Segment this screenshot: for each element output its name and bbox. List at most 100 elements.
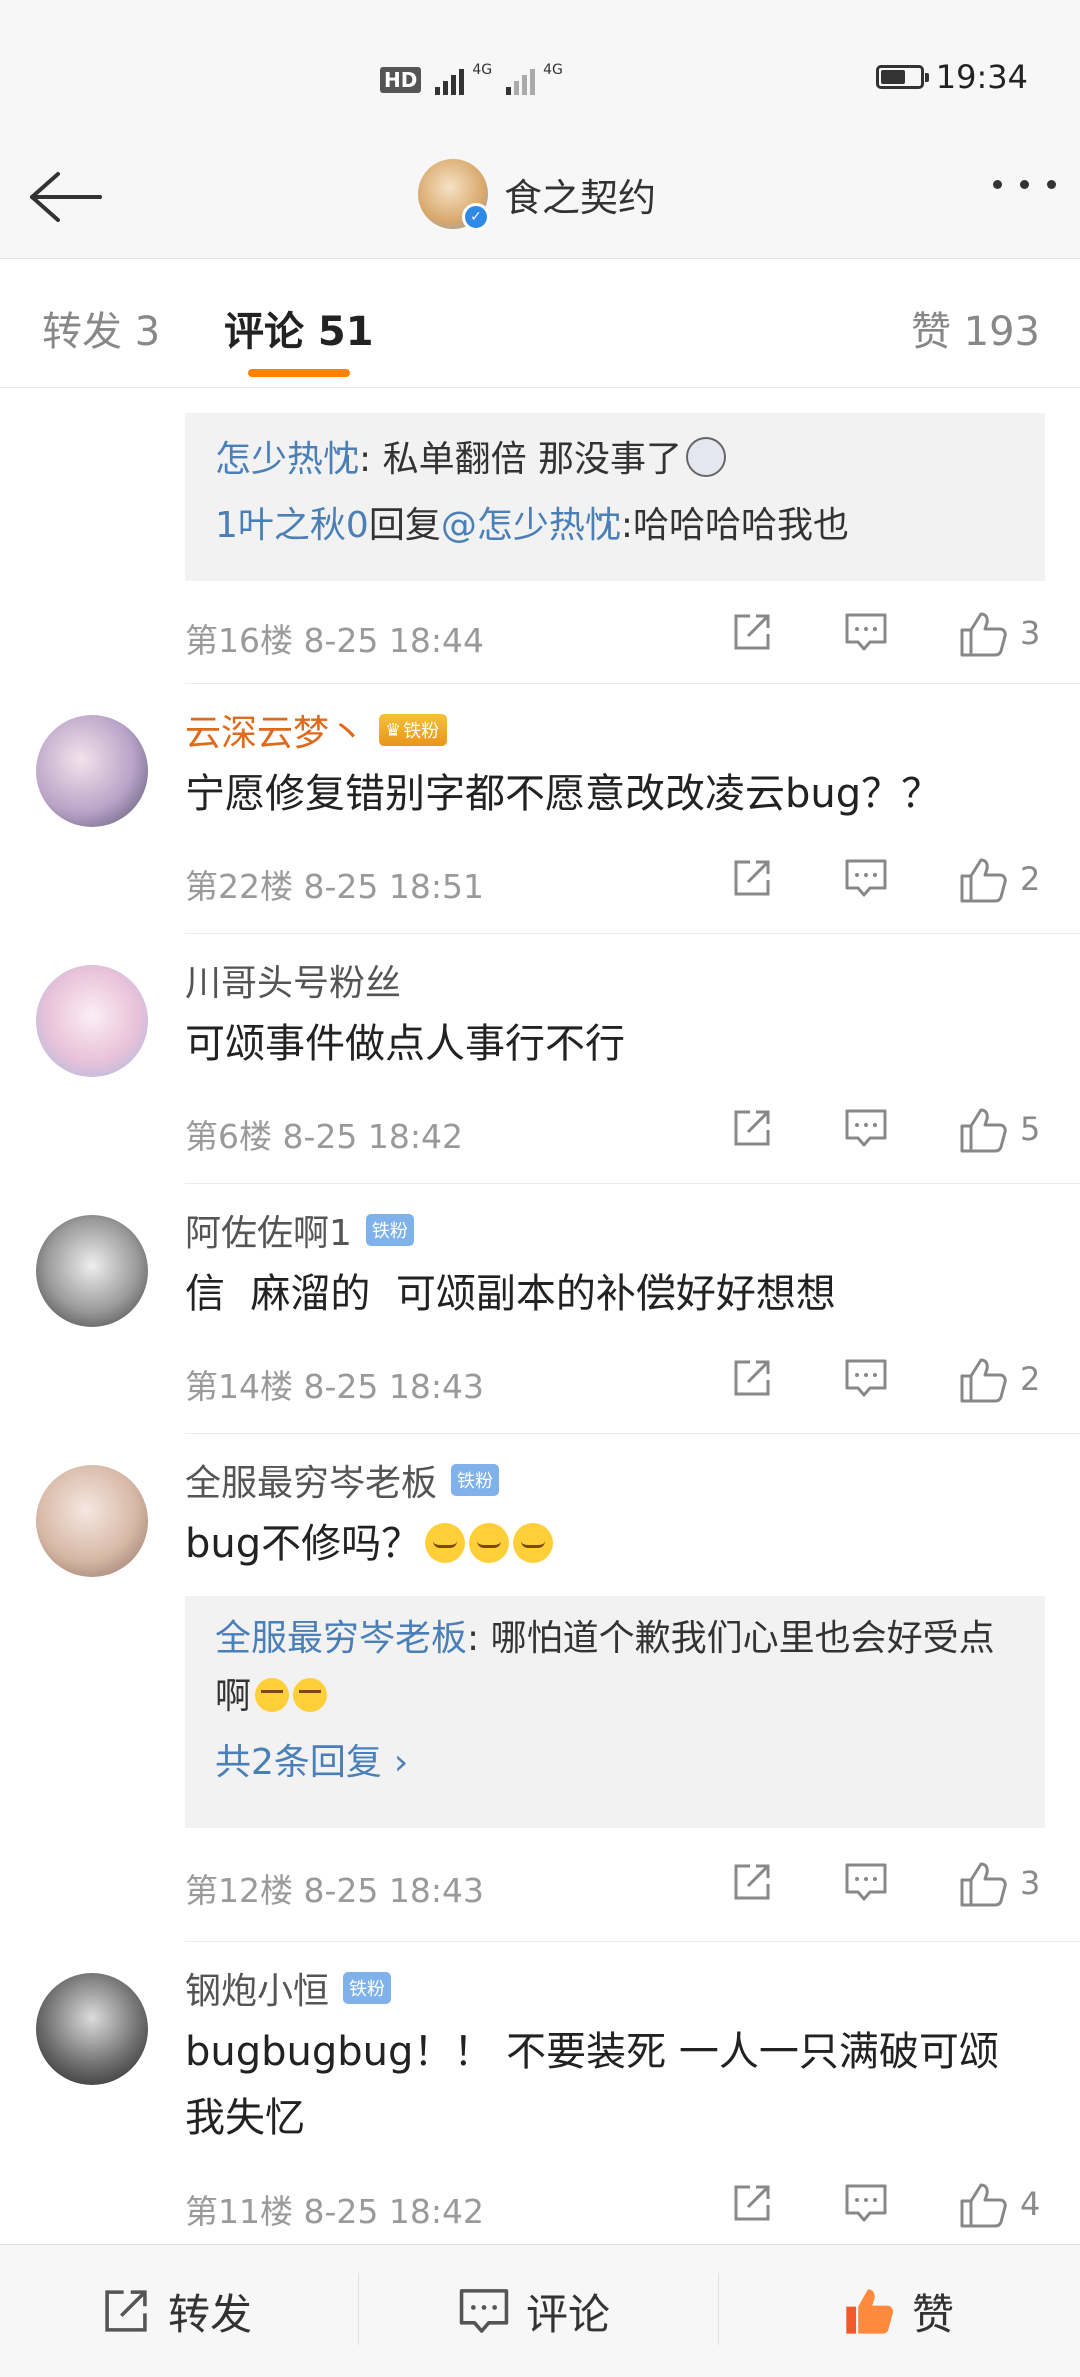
avatar[interactable]: [36, 1973, 148, 2085]
username-text: 川哥头号粉丝: [185, 963, 402, 1004]
like-label: 赞: [912, 2289, 955, 2339]
comment-username[interactable]: 钢炮小恒 铁粉: [185, 1962, 392, 2014]
comment-text: bug不修吗？: [185, 1511, 1045, 1577]
tab-reposts[interactable]: 转发 3: [42, 299, 160, 357]
like-count: 3: [1020, 614, 1041, 652]
more-options-icon[interactable]: [993, 180, 1056, 189]
fan-badge: 铁粉: [343, 1972, 392, 2004]
like-icon[interactable]: [958, 2181, 1008, 2229]
tab-likes[interactable]: 赞 193: [911, 299, 1040, 357]
comment-username[interactable]: 云深云梦丶 ♛ 铁粉: [185, 704, 448, 756]
list-item: 全服最穷岑老板 铁粉 bug不修吗？ 全服最穷岑老板: 哪怕道个歉我们心里也会好…: [0, 1434, 1080, 1942]
share-icon[interactable]: [730, 1356, 774, 1400]
comment-icon[interactable]: [844, 612, 888, 652]
comment-actions: 3: [730, 1860, 1050, 1908]
reply-user-link[interactable]: 1叶之秋0: [215, 505, 369, 546]
comment-icon[interactable]: [844, 858, 888, 898]
floor-time: 第6楼 8-25 18:42: [185, 1117, 463, 1156]
like-count: 2: [1020, 1360, 1041, 1398]
like-count: 5: [1020, 1110, 1041, 1148]
divider: [358, 2273, 359, 2345]
avatar[interactable]: [36, 965, 148, 1077]
reply-line: 怎少热忱: 私单翻倍 那没事了: [215, 427, 1015, 493]
sweat-smile-emoji-icon: [425, 1523, 466, 1563]
comment-button[interactable]: 评论: [458, 2285, 1080, 2339]
mention-link[interactable]: @怎少热忱: [441, 505, 621, 546]
tab-comments[interactable]: 评论 51: [224, 299, 374, 357]
comment-icon[interactable]: [844, 2183, 888, 2223]
list-item: 川哥头号粉丝 可颂事件做点人事行不行 第6楼 8-25 18:42 5: [0, 934, 1080, 1184]
username-text: 云深云梦丶: [185, 713, 366, 754]
reply-text: : 私单翻倍 那没事了: [359, 439, 683, 480]
share-icon[interactable]: [730, 856, 774, 900]
comment-icon[interactable]: [844, 1862, 888, 1902]
comment-icon[interactable]: [844, 1108, 888, 1148]
like-icon[interactable]: [958, 1860, 1008, 1908]
like-icon[interactable]: [958, 610, 1008, 658]
list-item: 阿佐佐啊1 铁粉 信 麻溜的 可颂副本的补偿好好想想 第14楼 8-25 18:…: [0, 1184, 1080, 1434]
like-filled-icon: [846, 2289, 894, 2334]
view-more-replies[interactable]: 共2条回复 ›: [215, 1730, 1015, 1796]
like-icon[interactable]: [958, 1106, 1008, 1154]
sweat-smile-emoji-icon: [513, 1523, 554, 1563]
comment-username[interactable]: 川哥头号粉丝: [185, 954, 401, 1006]
floor-time: 第22楼 8-25 18:51: [185, 867, 484, 906]
clock: 19:34: [935, 58, 1028, 96]
repost-button[interactable]: 转发: [100, 2285, 252, 2339]
list-item: 怎少热忱: 私单翻倍 那没事了 1叶之秋0回复@怎少热忱:哈哈哈哈我也 第16楼…: [0, 388, 1080, 684]
like-icon[interactable]: [958, 1356, 1008, 1404]
battery-icon: [875, 65, 929, 89]
signal-icon: [435, 65, 465, 95]
account-avatar: ✓: [418, 159, 490, 231]
avatar[interactable]: [36, 1215, 148, 1327]
share-icon[interactable]: [730, 2181, 774, 2225]
avatar[interactable]: [36, 715, 148, 827]
list-item: 云深云梦丶 ♛ 铁粉 宁愿修复错别字都不愿意改改凌云bug？？ 第22楼 8-25…: [0, 684, 1080, 934]
comment-list[interactable]: 怎少热忱: 私单翻倍 那没事了 1叶之秋0回复@怎少热忱:哈哈哈哈我也 第16楼…: [0, 388, 1080, 2244]
reply-user-link[interactable]: 全服最穷岑老板: [215, 1618, 467, 1659]
divider: [718, 2273, 719, 2345]
hd-badge: HD: [380, 67, 422, 93]
tab-underline: [248, 369, 350, 377]
list-item: 钢炮小恒 铁粉 bugbugbug！！ 不要装死 一人一只满破可颂 我失忆 第1…: [0, 1942, 1080, 2244]
avatar[interactable]: [36, 1465, 148, 1577]
tab-bar: 转发 3 评论 51 赞 193: [0, 259, 1080, 388]
reply-line: 全服最穷岑老板: 哪怕道个歉我们心里也会好受点啊: [215, 1610, 1015, 1726]
comment-username[interactable]: 全服最穷岑老板 铁粉: [185, 1454, 500, 1506]
network-type-label-2: 4G: [543, 62, 563, 78]
comment-actions: 2: [730, 1356, 1050, 1404]
like-button[interactable]: 赞: [842, 2285, 954, 2339]
share-icon[interactable]: [730, 1860, 774, 1904]
share-icon[interactable]: [730, 1106, 774, 1150]
fan-badge: 铁粉: [451, 1464, 500, 1496]
like-count: 3: [1020, 1864, 1041, 1902]
floor-time: 第14楼 8-25 18:43: [185, 1367, 484, 1406]
fan-badge-label: 铁粉: [403, 721, 440, 742]
comment-actions: 3: [730, 610, 1050, 658]
reply-preview[interactable]: 全服最穷岑老板: 哪怕道个歉我们心里也会好受点啊 共2条回复 ›: [185, 1596, 1045, 1828]
crown-icon: ♛: [385, 719, 402, 741]
floor-time: 第16楼 8-25 18:44: [185, 621, 484, 660]
back-arrow-icon[interactable]: [24, 162, 104, 232]
fan-badge: ♛ 铁粉: [379, 714, 448, 746]
reply-user-link[interactable]: 怎少热忱: [215, 439, 359, 480]
repost-label: 转发: [168, 2289, 253, 2339]
share-icon: [105, 2290, 147, 2332]
username-text: 钢炮小恒: [185, 1971, 330, 2012]
comment-username[interactable]: 阿佐佐啊1 铁粉: [185, 1204, 414, 1256]
reply-preview[interactable]: 怎少热忱: 私单翻倍 那没事了 1叶之秋0回复@怎少热忱:哈哈哈哈我也: [185, 413, 1045, 581]
sleepy-emoji-icon: [293, 1678, 328, 1712]
comment-text: 信 麻溜的 可颂副本的补偿好好想想: [185, 1271, 836, 1317]
nav-title[interactable]: ✓ 食之契约: [418, 154, 656, 234]
sleepy-emoji-icon: [255, 1678, 290, 1712]
verified-icon: ✓: [462, 203, 490, 231]
comment-text-content: bug不修吗？: [185, 1521, 422, 1567]
like-icon[interactable]: [958, 856, 1008, 904]
scared-emoji-icon: [686, 437, 727, 477]
comment-icon[interactable]: [844, 1358, 888, 1398]
comment-text: 可颂事件做点人事行不行: [185, 1021, 625, 1067]
comment-label: 评论: [526, 2289, 611, 2339]
reply-line: 1叶之秋0回复@怎少热忱:哈哈哈哈我也: [215, 493, 1015, 559]
like-count: 4: [1020, 2185, 1041, 2223]
share-icon[interactable]: [730, 610, 774, 654]
